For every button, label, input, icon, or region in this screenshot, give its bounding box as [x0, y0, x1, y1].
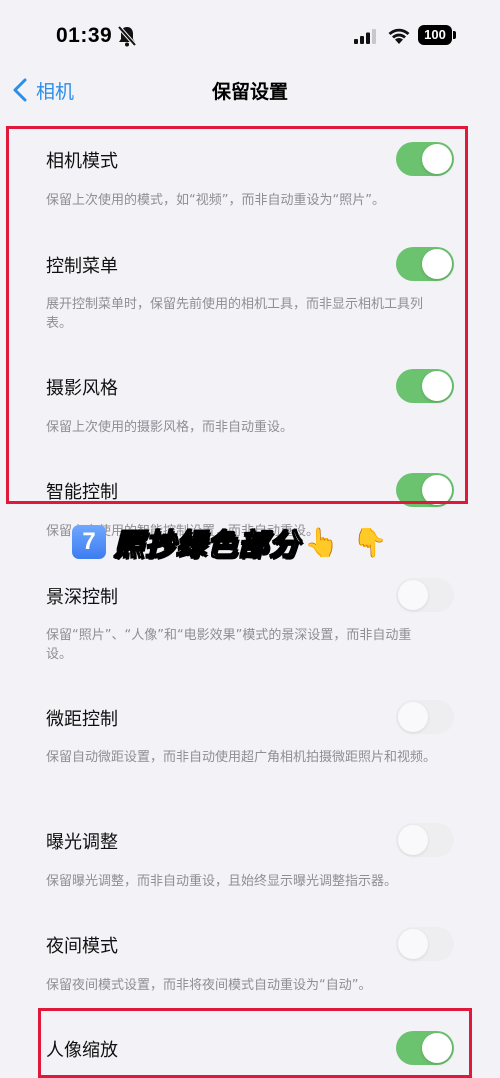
smart-control-toggle[interactable] — [396, 473, 454, 507]
setting-description: 保留“照片”、“人像”和“电影效果”模式的景深设置，而非自动重设。 — [46, 628, 412, 662]
setting-description: 保留上次使用的摄影风格，而非自动重设。 — [46, 420, 294, 435]
setting-label: 人像缩放 — [46, 1040, 118, 1061]
page-title: 保留设置 — [211, 81, 288, 103]
pointing-down-hand-icon: 👇 — [352, 525, 388, 559]
setting-label: 摄影风格 — [46, 378, 118, 399]
setting-description: 保留夜间模式设置，而非将夜间模式自动重设为“自动”。 — [46, 978, 372, 993]
toggle-knob — [422, 249, 452, 279]
keycap-number: 7 — [72, 525, 106, 559]
battery-tip — [453, 31, 456, 39]
toggle-knob — [398, 702, 428, 732]
pointing-up-hand-icon: 👆 — [304, 525, 339, 559]
cellular-signal-icon — [354, 29, 376, 44]
setting-label: 夜间模式 — [46, 936, 118, 957]
toggle-knob — [422, 475, 452, 505]
setting-description: 保留上次使用的模式，如“视频”，而非自动重设为“照片”。 — [46, 193, 385, 208]
exposure-adjustment-toggle[interactable] — [396, 823, 454, 857]
toggle-knob — [398, 929, 428, 959]
setting-description: 保留自动微距设置，而非自动使用超广角相机拍摄微距照片和视频。 — [46, 750, 437, 765]
setting-label: 相机模式 — [46, 151, 118, 172]
photographic-styles-toggle[interactable] — [396, 369, 454, 403]
portrait-zoom-toggle[interactable] — [396, 1031, 454, 1065]
setting-label: 曝光调整 — [46, 832, 118, 853]
toggle-knob — [398, 825, 428, 855]
setting-description: 展开控制菜单时，保留先前使用的相机工具，而非显示相机工具列表。 — [46, 297, 424, 331]
macro-control-toggle[interactable] — [396, 700, 454, 734]
toggle-knob — [422, 144, 452, 174]
bell-slash-icon — [117, 25, 137, 47]
setting-label: 微距控制 — [46, 709, 118, 730]
depth-control-toggle[interactable] — [396, 578, 454, 612]
wifi-icon — [388, 28, 410, 44]
setting-label: 控制菜单 — [46, 256, 118, 277]
night-mode-toggle[interactable] — [396, 927, 454, 961]
overlay-caption: 7 照抄绿色部分 👆 👇 — [72, 520, 388, 564]
control-menu-toggle[interactable] — [396, 247, 454, 281]
setting-description: 保留曝光调整，而非自动重设，且始终显示曝光调整指示器。 — [46, 874, 398, 889]
setting-label: 景深控制 — [46, 587, 118, 608]
caption-text: 照抄绿色部分 — [113, 527, 300, 563]
battery-indicator: 100 — [418, 25, 452, 45]
toggle-knob — [422, 371, 452, 401]
camera-mode-toggle[interactable] — [396, 142, 454, 176]
toggle-knob — [422, 1033, 452, 1063]
navigation-bar: 相机 保留设置 — [0, 70, 500, 110]
status-bar: 01:39 100 — [0, 0, 500, 70]
toggle-knob — [398, 580, 428, 610]
status-time: 01:39 — [56, 24, 113, 47]
setting-label: 智能控制 — [46, 482, 118, 503]
